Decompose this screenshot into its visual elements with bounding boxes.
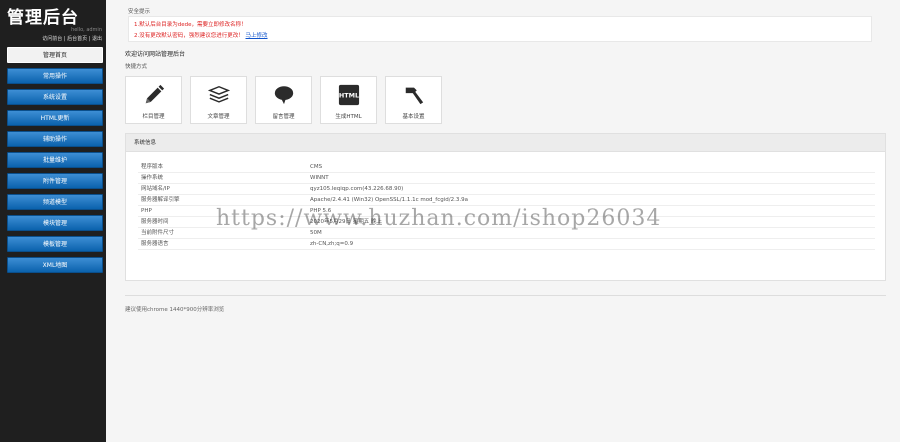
- pencil-icon: [145, 84, 164, 104]
- row-value: qyz105.leqiqp.com(43.226.68.90): [310, 186, 404, 192]
- tile-label: 基本设置: [402, 114, 425, 120]
- sidebar-item-batch-maintenance[interactable]: 批量维护: [7, 152, 103, 168]
- sidebar-item-aux-ops[interactable]: 辅助操作: [7, 131, 103, 147]
- logout-link[interactable]: 退出: [92, 36, 102, 42]
- table-row: 服务器时间 2020年5月29日 星期五 晚上: [138, 218, 875, 228]
- tile-article-management[interactable]: 文章管理: [190, 76, 247, 124]
- row-key: 服务器时间: [141, 219, 169, 225]
- table-row: PHP PHP 5.6: [138, 207, 875, 217]
- sidebar-item-channel-model[interactable]: 频道模型: [7, 194, 103, 210]
- sidebar-item-attachments[interactable]: 附件管理: [7, 173, 103, 189]
- tile-label: 文章管理: [207, 114, 230, 120]
- notice-line-2: 2.没有更改默认密码，强烈建议您进行更改！ 马上修改: [134, 31, 268, 39]
- html-badge-text: HTML: [338, 91, 358, 99]
- system-info-title: 系统信息: [126, 134, 885, 152]
- sidebar-item-templates[interactable]: 模板管理: [7, 236, 103, 252]
- row-key: 程序版本: [141, 164, 164, 170]
- row-value: 2020年5月29日 星期五 晚上: [310, 219, 382, 225]
- row-value: Apache/2.4.41 (Win32) OpenSSL/1.1.1c mod…: [310, 197, 468, 203]
- main-content: 安全提示 1.默认后台目录为dede，需要立即修改名称！ 2.没有更改默认密码，…: [106, 0, 900, 442]
- row-key: 当前附件尺寸: [141, 230, 175, 236]
- row-key: 服务器语言: [141, 241, 169, 247]
- row-value: WINNT: [310, 175, 329, 181]
- row-key: 服务器解译引擎: [141, 197, 180, 203]
- hammer-icon: [405, 87, 423, 105]
- notice-line-2-text: 2.没有更改默认密码，强烈建议您进行更改！: [134, 33, 244, 39]
- stack-icon: [207, 85, 230, 103]
- sidebar-item-common-ops[interactable]: 常用操作: [7, 68, 103, 84]
- system-info-panel: 系统信息 程序版本 CMS 操作系统 WINNT 网站域名/IP qyz105.leq…: [125, 133, 886, 281]
- user-greeting: hello, admin: [71, 27, 102, 33]
- tile-basic-settings[interactable]: 基本设置: [385, 76, 442, 124]
- sidebar-item-home[interactable]: 管理首页: [7, 47, 103, 63]
- security-notice-box: 1.默认后台目录为dede，需要立即修改名称！ 2.没有更改默认密码，强烈建议您…: [128, 16, 872, 42]
- logo: 管理后台: [7, 8, 79, 28]
- row-key: 操作系统: [141, 175, 164, 181]
- row-key: 网站域名/IP: [141, 186, 170, 192]
- welcome-heading: 欢迎访问网站管理后台: [125, 51, 186, 58]
- sidebar-item-modules[interactable]: 模块管理: [7, 215, 103, 231]
- table-row: 当前附件尺寸 50M: [138, 229, 875, 239]
- tile-column-management[interactable]: 栏目管理: [125, 76, 182, 124]
- tile-generate-html[interactable]: HTML 生成HTML: [320, 76, 377, 124]
- tile-label: 生成HTML: [335, 114, 362, 120]
- row-value: zh-CN,zh;q=0.9: [310, 241, 354, 247]
- speech-bubble-icon: [274, 86, 293, 105]
- table-row: 服务器解译引擎 Apache/2.4.41 (Win32) OpenSSL/1.1…: [138, 196, 875, 206]
- tile-label: 留言管理: [272, 114, 295, 120]
- table-row: 网站域名/IP qyz105.leqiqp.com(43.226.68.90): [138, 185, 875, 195]
- footer-text: 建议使用chrome 1440*900分辨率浏览: [125, 307, 225, 313]
- table-row: 操作系统 WINNT: [138, 174, 875, 184]
- tile-label: 栏目管理: [142, 114, 165, 120]
- notice-line-1: 1.默认后台目录为dede，需要立即修改名称！: [134, 22, 247, 28]
- security-notice-title: 安全提示: [128, 9, 151, 15]
- sidebar-item-html-update[interactable]: HTML更新: [7, 110, 103, 126]
- sidebar: 管理后台 hello, admin 访问前台 | 后台首页 | 退出 管理首页 …: [0, 0, 106, 442]
- row-value: PHP 5.6: [310, 208, 332, 214]
- admin-home-link[interactable]: 后台首页: [67, 36, 87, 42]
- quick-links-label: 快捷方式: [125, 64, 148, 70]
- row-key: PHP: [141, 208, 152, 214]
- sidebar-item-xml-sitemap[interactable]: XML地图: [7, 257, 103, 273]
- sidebar-item-system-settings[interactable]: 系统设置: [7, 89, 103, 105]
- footer-divider: [125, 295, 886, 296]
- visit-frontend-link[interactable]: 访问前台: [42, 36, 62, 42]
- row-value: CMS: [310, 164, 323, 170]
- row-value: 50M: [310, 230, 322, 236]
- html-icon: HTML: [338, 84, 359, 106]
- table-row: 程序版本 CMS: [138, 163, 875, 173]
- change-password-link[interactable]: 马上修改: [246, 33, 268, 39]
- sidebar-nav: 管理首页 常用操作 系统设置 HTML更新 辅助操作 批量维护 附件管理 频道模…: [7, 47, 103, 278]
- table-row: 服务器语言 zh-CN,zh;q=0.9: [138, 240, 875, 250]
- tile-message-management[interactable]: 留言管理: [255, 76, 312, 124]
- top-links: 访问前台 | 后台首页 | 退出: [42, 36, 102, 42]
